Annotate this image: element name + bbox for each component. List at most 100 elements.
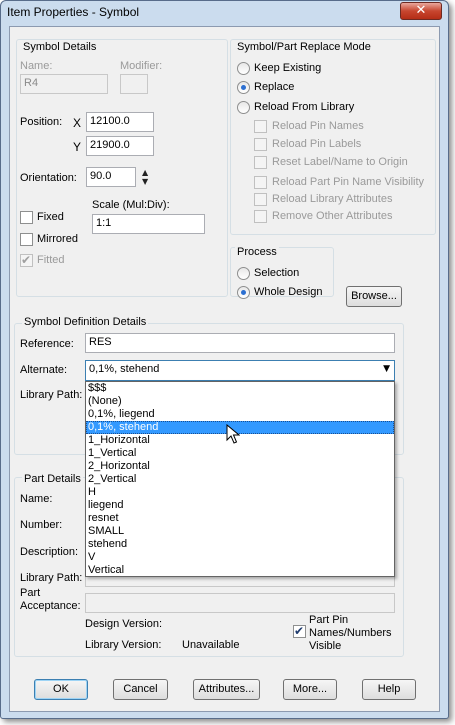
alternate-option[interactable]: SMALL <box>86 525 394 538</box>
part-library-path-label: Library Path: <box>20 572 83 584</box>
chevron-down-icon[interactable]: ▼ <box>383 364 390 374</box>
library-version-label: Library Version: <box>85 639 162 651</box>
remove-attributes-label: Remove Other Attributes <box>272 210 393 222</box>
reference-input[interactable]: RES <box>85 333 395 353</box>
mirrored-checkbox[interactable] <box>20 233 33 246</box>
spin-down-icon[interactable]: ▼ <box>142 177 152 186</box>
pin-visible-checkbox[interactable]: ✔ <box>293 624 306 638</box>
dialog-client: Symbol Details Name: R4 Modifier: Positi… <box>9 26 440 712</box>
alternate-option[interactable]: Vertical <box>86 564 394 577</box>
scale-input[interactable]: 1:1 <box>92 214 205 234</box>
reload-pin-labels-checkbox <box>254 138 267 151</box>
close-icon: ✕ <box>415 3 427 18</box>
alternate-option[interactable]: resnet <box>86 512 394 525</box>
dialog-window: Item Properties - Symbol ✕ Symbol Detail… <box>0 0 449 719</box>
definition-library-path-label: Library Path: <box>20 389 83 401</box>
whole-design-radio[interactable] <box>237 286 250 299</box>
reset-label-checkbox <box>254 156 267 169</box>
selection-label: Selection <box>254 267 300 279</box>
part-number-label: Number: <box>20 519 63 531</box>
alternate-option[interactable]: (None) <box>86 395 394 408</box>
fixed-checkbox[interactable] <box>20 211 33 224</box>
definition-legend: Symbol Definition Details <box>22 316 149 328</box>
pin-visible-label-3: Visible <box>309 640 342 652</box>
alternate-option[interactable]: 2_Horizontal <box>86 460 394 473</box>
orientation-label: Orientation: <box>20 172 77 184</box>
reload-visibility-checkbox <box>254 176 267 189</box>
close-button[interactable]: ✕ <box>400 2 442 20</box>
mouse-cursor-icon <box>226 424 240 444</box>
pin-visible-label-2: Names/Numbers <box>309 627 392 639</box>
replace-radio[interactable] <box>237 81 250 94</box>
more-button[interactable]: More... <box>283 679 337 700</box>
help-button[interactable]: Help <box>362 679 416 700</box>
symbol-details-legend: Symbol Details <box>21 41 99 53</box>
name-field: R4 <box>20 74 108 94</box>
modifier-field <box>120 74 148 94</box>
alternate-option[interactable]: H <box>86 486 394 499</box>
attributes-button[interactable]: Attributes... <box>193 679 260 700</box>
reload-pin-names-label: Reload Pin Names <box>272 120 364 132</box>
process-legend: Process <box>235 246 279 258</box>
alternate-option[interactable]: $$$ <box>86 382 394 395</box>
reload-visibility-label: Reload Part Pin Name Visibility <box>272 176 425 188</box>
alternate-option[interactable]: 1_Vertical <box>86 447 394 460</box>
replace-mode-legend: Symbol/Part Replace Mode <box>235 41 373 53</box>
keep-existing-label: Keep Existing <box>254 62 322 74</box>
reference-label: Reference: <box>20 338 74 350</box>
keep-existing-radio[interactable] <box>237 62 250 75</box>
alternate-label: Alternate: <box>20 364 68 376</box>
reload-attributes-checkbox <box>254 193 267 206</box>
position-y-input[interactable]: 21900.0 <box>86 136 154 156</box>
window-title: Item Properties - Symbol <box>7 5 140 19</box>
alternate-option[interactable]: 2_Vertical <box>86 473 394 486</box>
alternate-option[interactable]: V <box>86 551 394 564</box>
reload-from-library-radio[interactable] <box>237 101 250 114</box>
fitted-label: Fitted <box>37 254 65 266</box>
design-version-label: Design Version: <box>85 618 163 630</box>
orientation-input[interactable]: 90.0 <box>86 167 136 187</box>
alternate-option[interactable]: 0,1%, stehend <box>86 421 394 434</box>
ok-button[interactable]: OK <box>34 679 88 700</box>
part-description-label: Description: <box>20 546 79 558</box>
part-acceptance-label-1: Part <box>20 587 41 599</box>
position-label: Position: <box>20 116 63 128</box>
orientation-spinner[interactable]: ▲ ▼ <box>142 168 152 188</box>
name-label: Name: <box>20 60 53 72</box>
library-version-value: Unavailable <box>182 639 240 651</box>
alternate-option[interactable]: 1_Horizontal <box>86 434 394 447</box>
part-acceptance-label-2: Acceptance: <box>20 600 81 612</box>
browse-button[interactable]: Browse... <box>346 286 402 307</box>
reload-attributes-label: Reload Library Attributes <box>272 193 393 205</box>
remove-attributes-checkbox <box>254 210 267 223</box>
modifier-label: Modifier: <box>120 60 163 72</box>
position-y-label: Y <box>73 140 82 154</box>
alternate-dropdown-list[interactable]: $$$ (None) 0,1%, liegend 0,1%, stehend 1_Hor… <box>85 381 395 577</box>
position-x-input[interactable]: 12100.0 <box>86 112 154 132</box>
spin-up-icon[interactable]: ▲ <box>142 168 152 177</box>
alternate-option[interactable]: liegend <box>86 499 394 512</box>
alternate-option[interactable]: 0,1%, liegend <box>86 408 394 421</box>
whole-design-label: Whole Design <box>254 286 323 298</box>
check-icon: ✔ <box>294 624 305 638</box>
fitted-checkbox: ✔ <box>20 253 33 267</box>
alternate-select-value: 0,1%, stehend <box>89 363 160 375</box>
mirrored-label: Mirrored <box>37 233 78 245</box>
reload-pin-labels-label: Reload Pin Labels <box>272 138 362 150</box>
title-bar[interactable]: Item Properties - Symbol ✕ <box>1 1 448 25</box>
alternate-select[interactable]: 0,1%, stehend ▼ <box>85 360 395 381</box>
part-details-legend: Part Details <box>22 473 83 485</box>
scale-label: Scale (Mul:Div): <box>92 199 170 211</box>
reload-pin-names-checkbox <box>254 120 267 133</box>
part-acceptance-field <box>85 593 395 613</box>
selection-radio[interactable] <box>237 267 250 280</box>
alternate-option[interactable]: stehend <box>86 538 394 551</box>
reload-from-library-label: Reload From Library <box>254 101 355 113</box>
pin-visible-label-1: Part Pin <box>309 614 349 626</box>
cancel-button[interactable]: Cancel <box>113 679 168 700</box>
check-icon: ✔ <box>21 253 32 267</box>
replace-label: Replace <box>254 81 295 93</box>
fixed-label: Fixed <box>37 211 64 223</box>
part-name-label: Name: <box>20 493 53 505</box>
position-x-label: X <box>73 116 82 130</box>
